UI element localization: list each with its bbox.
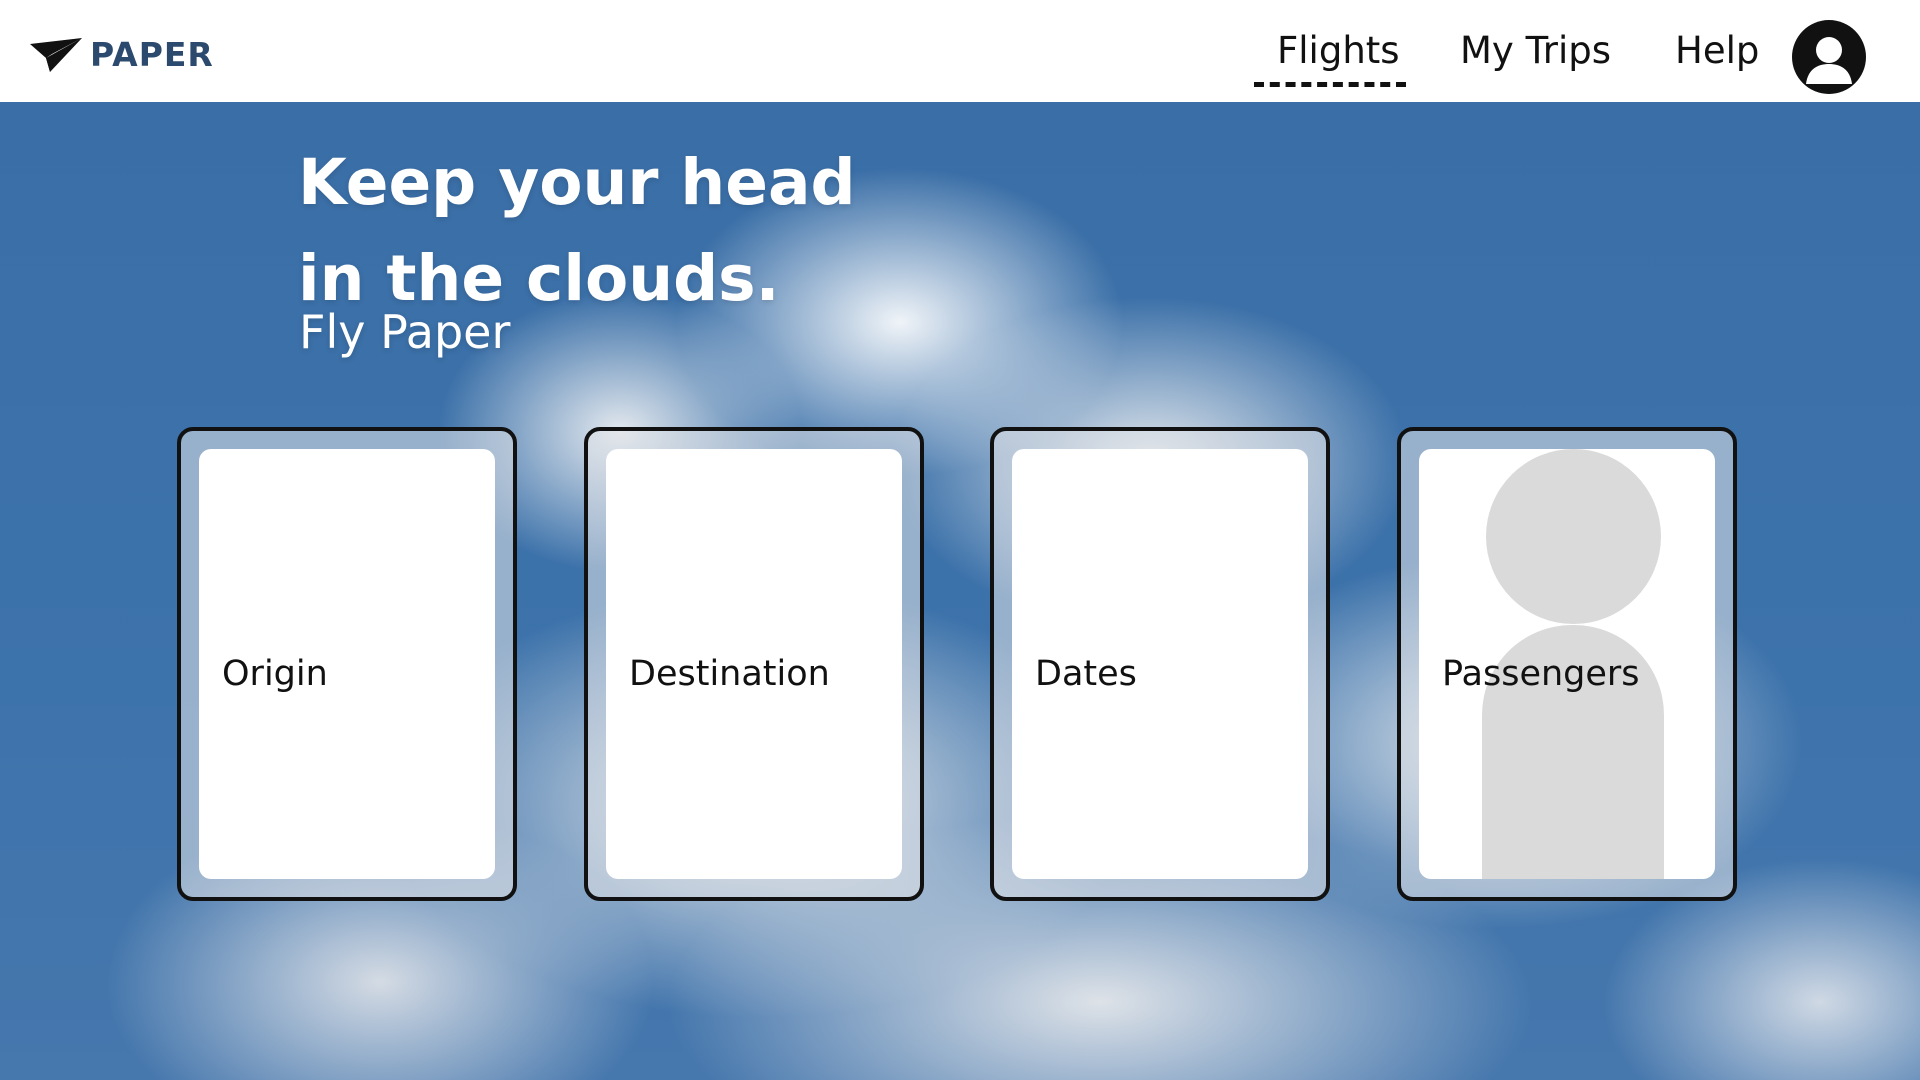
active-nav-indicator <box>1254 82 1406 87</box>
hero-headline: Keep your head in the clouds. <box>298 135 856 327</box>
destination-label: Destination <box>629 654 830 694</box>
dates-card[interactable]: Dates <box>990 427 1330 901</box>
headline-line-1: Keep your head <box>298 146 856 219</box>
destination-card[interactable]: Destination <box>584 427 924 901</box>
passengers-card[interactable]: Passengers <box>1397 427 1737 901</box>
nav-flights[interactable]: Flights <box>1277 26 1400 76</box>
dates-card-panel: Dates <box>1012 449 1308 879</box>
hero-subheading: Fly Paper <box>299 305 511 359</box>
origin-label: Origin <box>222 654 328 694</box>
origin-card-panel: Origin <box>199 449 495 879</box>
person-head-icon <box>1486 449 1661 624</box>
nav-help[interactable]: Help <box>1675 26 1759 76</box>
passengers-card-panel: Passengers <box>1419 449 1715 879</box>
user-avatar-icon[interactable] <box>1792 20 1866 94</box>
brand-logo[interactable]: PAPER <box>28 28 214 80</box>
passengers-label: Passengers <box>1442 654 1640 694</box>
nav-my-trips[interactable]: My Trips <box>1460 26 1611 76</box>
top-header: PAPER Flights My Trips Help <box>0 0 1920 102</box>
paper-plane-icon <box>30 38 82 72</box>
destination-card-panel: Destination <box>606 449 902 879</box>
origin-card[interactable]: Origin <box>177 427 517 901</box>
brand-name: PAPER <box>90 34 214 74</box>
dates-label: Dates <box>1035 654 1137 694</box>
